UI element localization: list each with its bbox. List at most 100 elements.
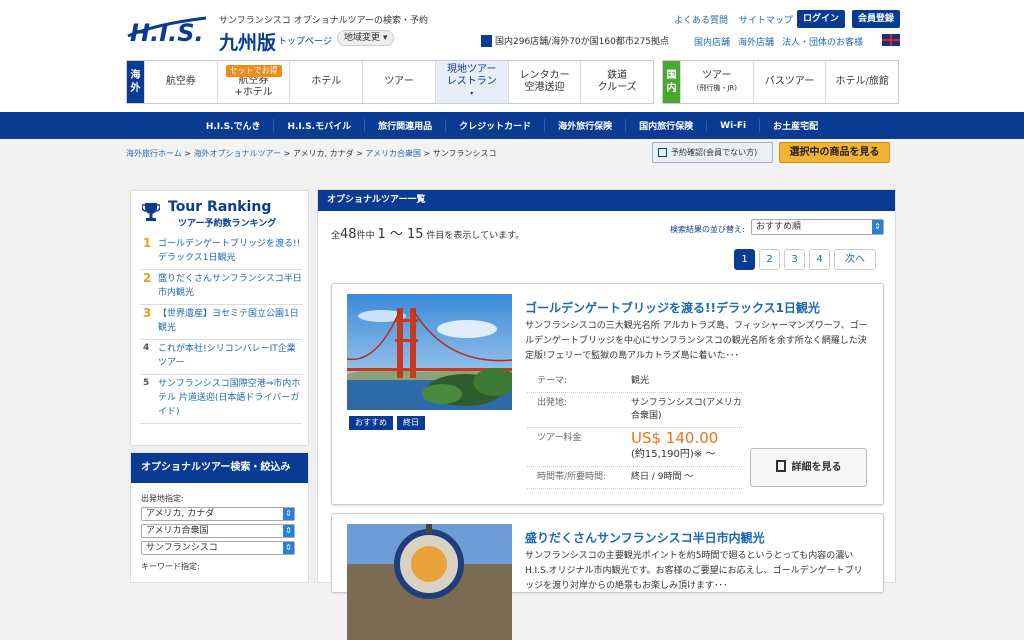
nav-item-flight-hotel[interactable]: セットでお得 航空券 +ホテル bbox=[216, 61, 290, 103]
nav-domestic: 国内 ツアー (飛行機・JR) バスツアー ホテル/旅館 bbox=[662, 60, 899, 104]
breadcrumb: 海外旅行ホーム > 海外オプショナルツアー > アメリカ, カナダ > アメリカ… bbox=[126, 148, 497, 159]
info-value: 終日 / 9時間 〜 bbox=[631, 472, 694, 482]
sort-label: 検索結果の並び替え: bbox=[670, 225, 745, 234]
faq-link[interactable]: よくある質問 bbox=[674, 16, 728, 26]
info-key: 時間帯/所要時間: bbox=[537, 472, 607, 482]
register-button[interactable]: 会員登録 bbox=[852, 10, 900, 28]
region-select[interactable]: アメリカ, カナダ bbox=[141, 507, 295, 521]
ranking-number: 3 bbox=[143, 306, 152, 320]
nav-item-bus-tour[interactable]: バスツアー bbox=[752, 61, 826, 103]
service-link[interactable]: 国内旅行保険 bbox=[625, 119, 706, 132]
service-link[interactable]: Wi-Fi bbox=[706, 120, 759, 131]
golden-gate-photo[interactable] bbox=[347, 294, 512, 410]
tour-list-title: オプショナルツアー一覧 bbox=[318, 190, 895, 211]
ranking-item[interactable]: 3 【世界遺産】ヨセミテ国立公園1日観光 bbox=[140, 305, 302, 340]
service-link[interactable]: クレジットカード bbox=[445, 119, 544, 132]
info-value: 観光 bbox=[631, 376, 650, 386]
nav-item-sub: (飛行機・JR) bbox=[696, 84, 738, 92]
tour-list-panel: オプショナルツアー一覧 全48件中 1 〜 15 件目を表示しています。 検索結… bbox=[317, 189, 896, 640]
ranking-item[interactable]: 4 これが本社!シリコンバレーIT企業ツアー bbox=[140, 340, 302, 375]
nav-item-label: 航空券 bbox=[165, 76, 196, 87]
service-link[interactable]: 旅行関連用品 bbox=[364, 119, 445, 132]
ranking-item[interactable]: 2 盛りだくさんサンフランシスコ半日市内観光 bbox=[140, 270, 302, 305]
service-link[interactable]: 海外旅行保険 bbox=[544, 119, 625, 132]
breadcrumb-item[interactable]: アメリカ合衆国 bbox=[365, 149, 421, 158]
toppage-link[interactable]: トップページ bbox=[278, 34, 332, 47]
tour-ranking-panel: Tour Ranking ツアー予約数ランキング 1 ゴールデンゲートブリッジを渡… bbox=[130, 190, 309, 446]
country-select[interactable]: アメリカ合衆国 bbox=[141, 524, 295, 538]
sort-select[interactable]: おすすめ順 bbox=[751, 219, 884, 235]
reservation-confirm-button[interactable]: 予約確認(会員でない方) bbox=[652, 142, 773, 163]
nav-item-dom-hotel[interactable]: ホテル/旅館 bbox=[825, 61, 898, 103]
breadcrumb-item[interactable]: 海外オプショナルツアー bbox=[194, 149, 282, 158]
ranking-text: 【世界遺産】ヨセミテ国立公園1日観光 bbox=[158, 309, 299, 333]
uk-flag-icon[interactable] bbox=[882, 34, 900, 46]
page-button[interactable]: 1 bbox=[734, 249, 755, 270]
nav-item-rentacar[interactable]: レンタカー 空港送迎 bbox=[507, 61, 581, 103]
nav-item-local-tour[interactable]: 現地ツアー レストラン ▾ bbox=[434, 61, 508, 103]
page-button[interactable]: 2 bbox=[759, 249, 780, 270]
departure-label: 出発地指定: bbox=[141, 494, 184, 503]
svg-text:H.I.S.: H.I.S. bbox=[130, 19, 204, 44]
chevron-down-icon: ▾ bbox=[470, 90, 474, 97]
search-title: オプショナルツアー検索・絞込み bbox=[131, 453, 308, 483]
tour-card: おすすめ 終日 ゴールデンゲートブリッジを渡る!!デラックス1日観光 サンフラン… bbox=[331, 283, 884, 505]
nav-item-label: レンタカー 空港送迎 bbox=[519, 70, 570, 93]
price-block: US$ 140.00 (約15,190円)※ 〜 bbox=[631, 429, 742, 462]
info-row: 時間帯/所要時間: 終日 / 9時間 〜 bbox=[527, 467, 742, 489]
sitemap-link[interactable]: サイトマップ bbox=[739, 16, 793, 26]
breadcrumb-current: サンフランシスコ bbox=[432, 149, 497, 158]
nav-item-label: ツアー bbox=[384, 76, 414, 87]
nav-item-hotel[interactable]: ホテル bbox=[289, 61, 362, 103]
document-icon bbox=[775, 460, 786, 472]
nav-item-flights[interactable]: 航空券 bbox=[144, 61, 217, 103]
service-link[interactable]: H.I.S.でんき bbox=[193, 119, 274, 132]
ranking-text: 盛りだくさんサンフランシスコ半日市内観光 bbox=[158, 274, 302, 298]
service-link[interactable]: お土産宅配 bbox=[759, 119, 831, 132]
domestic-stores-link[interactable]: 国内店舗 bbox=[694, 35, 730, 48]
nav-item-label: ホテル/旅館 bbox=[835, 76, 889, 87]
page-button[interactable]: 3 bbox=[784, 249, 805, 270]
tour-title-link[interactable]: 盛りだくさんサンフランシスコ半日市内観光 bbox=[525, 529, 765, 546]
ranking-item[interactable]: 5 サンフランシスコ国際空港⇒市内ホテル 片道送迎(日本語ドライバーガイド) bbox=[140, 375, 302, 424]
ranking-text: ゴールデンゲートブリッジを渡る!!デラックス1日観光 bbox=[158, 239, 301, 263]
count-prefix: 全 bbox=[331, 231, 341, 241]
store-links: 国内店舗 海外店舗 法人・団体のお客様 bbox=[694, 35, 863, 48]
overseas-stores-link[interactable]: 海外店舗 bbox=[738, 35, 774, 48]
tour-info-table: テーマ: 観光 出発地: サンフランシスコ(アメリカ合衆国) ツアー料金 US$ 14… bbox=[527, 371, 742, 489]
nav-item-label: 現地ツアー レストラン bbox=[446, 64, 497, 87]
ranking-text: これが本社!シリコンバレーIT企業ツアー bbox=[158, 344, 296, 368]
nav-item-tour[interactable]: ツアー bbox=[362, 61, 435, 103]
region-name: 九州版 bbox=[219, 32, 277, 54]
nav-item-label: 鉄道 クルーズ bbox=[597, 70, 637, 93]
region-change-button[interactable]: 地域変更 ▾ bbox=[337, 30, 395, 46]
breadcrumb-item[interactable]: アメリカ, カナダ bbox=[293, 149, 354, 158]
ranking-item[interactable]: 1 ゴールデンゲートブリッジを渡る!!デラックス1日観光 bbox=[140, 235, 302, 270]
nav-item-dom-tour[interactable]: ツアー (飛行機・JR) bbox=[680, 61, 753, 103]
nav-item-label: ホテル bbox=[311, 76, 342, 87]
tour-price: US$ 140.00 bbox=[631, 429, 719, 447]
building-icon bbox=[481, 34, 492, 47]
city-select[interactable]: サンフランシスコ bbox=[141, 541, 295, 555]
count-suffix: 件目を表示しています。 bbox=[426, 231, 525, 241]
ranking-title: Tour Ranking ツアー予約数ランキング bbox=[140, 199, 300, 231]
breadcrumb-sep: > bbox=[181, 149, 194, 158]
ranking-number: 1 bbox=[143, 236, 152, 250]
breadcrumb-item[interactable]: 海外旅行ホーム bbox=[126, 149, 182, 158]
tour-title-link[interactable]: ゴールデンゲートブリッジを渡る!!デラックス1日観光 bbox=[525, 299, 820, 316]
page-button[interactable]: 4 bbox=[809, 249, 830, 270]
view-details-label: 詳細を見る bbox=[791, 462, 842, 473]
view-selected-button[interactable]: 選択中の商品を見る bbox=[779, 142, 890, 163]
info-row: 出発地: サンフランシスコ(アメリカ合衆国) bbox=[527, 393, 742, 428]
ranking-text: サンフランシスコ国際空港⇒市内ホテル 片道送迎(日本語ドライバーガイド) bbox=[158, 379, 301, 417]
breadcrumb-sep: > bbox=[420, 149, 433, 158]
view-details-button[interactable]: 詳細を見る bbox=[750, 448, 867, 487]
tour-price-yen: (約15,190円)※ 〜 bbox=[631, 449, 716, 460]
login-button[interactable]: ログイン bbox=[797, 10, 845, 28]
service-link[interactable]: H.I.S.モバイル bbox=[273, 119, 364, 132]
next-page-button[interactable]: 次へ bbox=[834, 249, 876, 270]
nav-item-rail-cruise[interactable]: 鉄道 クルーズ bbox=[580, 61, 653, 103]
corporate-link[interactable]: 法人・団体のお客様 bbox=[782, 35, 863, 48]
fishermans-wharf-photo[interactable] bbox=[347, 524, 512, 640]
his-logo[interactable]: H.I.S. bbox=[126, 14, 208, 47]
